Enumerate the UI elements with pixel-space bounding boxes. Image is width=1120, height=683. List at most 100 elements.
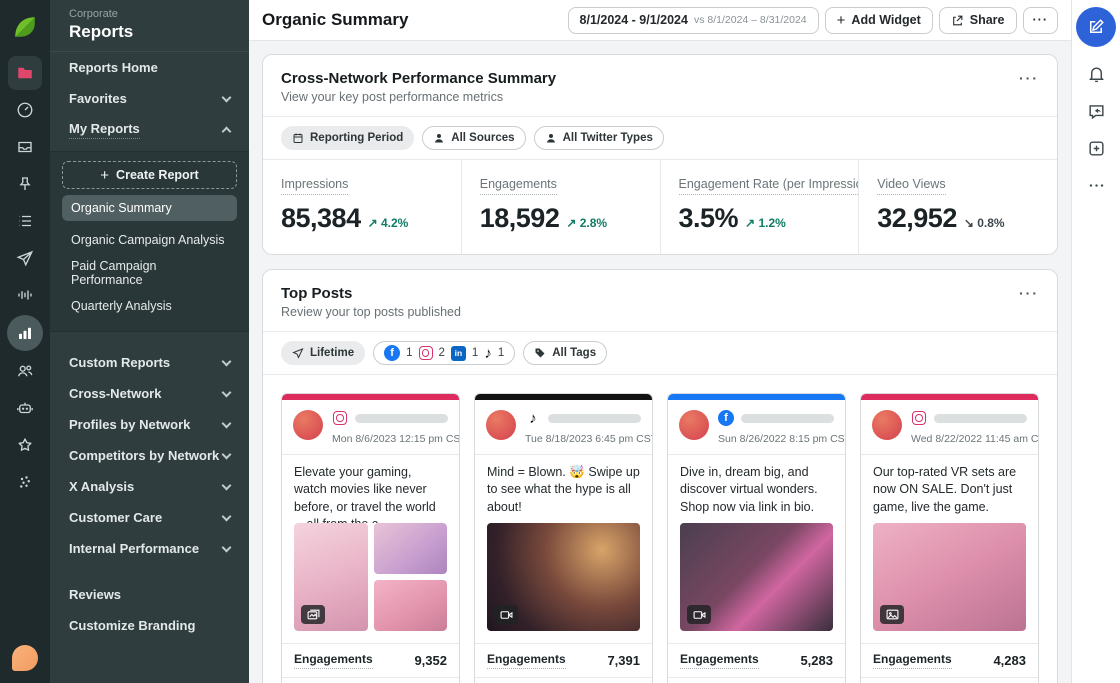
facebook-icon: f [718,410,734,426]
compose-button[interactable] [1076,7,1116,47]
chevron-down-icon [222,542,232,552]
sidebar-item-reviews[interactable]: Reviews [50,579,249,610]
sidebar-section-internal-performance[interactable]: Internal Performance [50,533,249,564]
stat-row-engagements: Engagements4,283 [861,643,1038,677]
sidebar-report-organic-summary[interactable]: Organic Summary [62,195,237,221]
stat-row-engagements: Engagements9,352 [282,643,459,677]
post-media[interactable] [294,523,447,631]
publish-paper-plane-icon[interactable] [8,241,42,275]
stat-row-reactions: Reactions2,112 [282,677,459,683]
multi-image-icon [301,605,325,624]
post-date: Wed 8/22/2022 11:45 am CST [911,433,1027,445]
widget-title: Top Posts [281,285,461,302]
reports-sidebar: Corporate Reports Reports Home Favorites… [50,0,249,683]
metric-label[interactable]: Engagement Rate (per Impression) [679,177,859,195]
redacted-profile-name [741,414,834,423]
create-report-button[interactable]: + Create Report [62,161,237,189]
metric-impressions: Impressions 85,384 ↗ 4.2% [263,160,461,254]
sidebar-section-x-analysis[interactable]: X Analysis [50,471,249,502]
post-date: Mon 8/6/2023 12:15 pm CST [332,433,448,445]
metric-value: 18,592 [480,203,560,234]
summary-filter-row: Reporting Period All Sources All Twitter… [263,116,1057,159]
all-tags-chip[interactable]: All Tags [523,341,607,365]
main-content: Organic Summary 8/1/2024 - 9/1/2024 vs 8… [249,0,1071,683]
add-widget-button[interactable]: + Add Widget [825,7,933,34]
trend-up-icon: ↗ [566,216,576,230]
widget-more-button[interactable]: ··· [1019,285,1039,301]
sidebar-item-customize-branding[interactable]: Customize Branding [50,610,249,641]
reporting-period-chip[interactable]: Reporting Period [281,126,414,150]
linkedin-icon: in [451,346,466,361]
post-media[interactable] [873,523,1026,631]
sidebar-item-my-reports[interactable]: My Reports [50,114,249,145]
add-widget-square-icon[interactable] [1087,138,1106,158]
sidebar-item-reports-home[interactable]: Reports Home [50,52,249,83]
post-media[interactable] [487,523,640,631]
user-avatar[interactable] [12,645,38,671]
image-icon [880,605,904,624]
rail-more-icon[interactable] [1087,175,1106,195]
pin-icon[interactable] [8,167,42,201]
post-card[interactable]: Mon 8/6/2023 12:15 pm CST Elevate your g… [281,393,460,683]
post-card[interactable]: ♪ Tue 8/18/2023 6:45 pm CST Mind = Blown… [474,393,653,683]
widget-subtitle: Review your top posts published [281,305,461,319]
metric-delta: ↘ 0.8% [964,216,1005,230]
chevron-down-icon [222,418,232,428]
star-icon[interactable] [8,428,42,462]
sidebar-section-custom-reports[interactable]: Custom Reports [50,347,249,378]
all-twitter-types-chip[interactable]: All Twitter Types [534,126,664,150]
sidebar-section-cross-network[interactable]: Cross-Network [50,378,249,409]
sprout-logo-icon [12,14,38,40]
avatar [293,410,323,440]
post-text: Dive in, dream big, and discover virtual… [668,455,845,523]
sidebar-report-paid-campaign-performance[interactable]: Paid Campaign Performance [62,258,237,288]
post-media[interactable] [680,523,833,631]
feedback-bubble-icon[interactable] [1087,101,1106,121]
date-range-button[interactable]: 8/1/2024 - 9/1/2024 vs 8/1/2024 – 8/31/2… [568,7,819,34]
share-icon [951,14,964,27]
sidebar-item-favorites[interactable]: Favorites [50,83,249,114]
sidebar-report-organic-campaign-analysis[interactable]: Organic Campaign Analysis [62,225,237,255]
metric-engagements: Engagements 18,592 ↗ 2.8% [461,160,660,254]
sidebar-section-competitors-by-network[interactable]: Competitors by Network [50,440,249,471]
post-card[interactable]: f Sun 8/26/2022 8:15 pm CST Dive in, dre… [667,393,846,683]
plus-icon: + [100,168,109,183]
sidebar-sections: Custom Reports Cross-Network Profiles by… [50,332,249,570]
instagram-icon [419,346,433,360]
my-reports-panel: + Create Report Organic Summary Organic … [50,151,249,332]
task-list-icon[interactable] [8,204,42,238]
widget-more-button[interactable]: ··· [1019,70,1039,86]
sidebar-section-customer-care[interactable]: Customer Care [50,502,249,533]
metric-label[interactable]: Engagements [480,177,557,195]
tag-icon [534,347,546,359]
post-card[interactable]: Wed 8/22/2022 11:45 am CST Our top-rated… [860,393,1039,683]
bot-icon[interactable] [8,391,42,425]
utility-rail [1071,0,1120,683]
metric-label[interactable]: Video Views [877,177,945,195]
gauge-icon[interactable] [8,93,42,127]
stat-row-reactions: Reactions934 [861,677,1038,683]
lifetime-chip[interactable]: Lifetime [281,341,365,365]
sidebar-section-profiles-by-network[interactable]: Profiles by Network [50,409,249,440]
top-posts-widget: Top Posts Review your top posts publishe… [262,269,1058,683]
share-button[interactable]: Share [939,7,1017,34]
network-filter-chip[interactable]: f1 2 in1 ♪1 [373,341,515,365]
redacted-profile-name [934,414,1027,423]
audience-users-icon[interactable] [8,354,42,388]
reports-folder-icon[interactable] [8,56,42,90]
video-icon [687,605,711,624]
notifications-bell-icon[interactable] [1087,64,1106,84]
inbox-icon[interactable] [8,130,42,164]
sidebar-report-quarterly-analysis[interactable]: Quarterly Analysis [62,291,237,321]
metric-label[interactable]: Impressions [281,177,348,195]
listening-waveform-icon[interactable] [8,278,42,312]
header-more-button[interactable]: ··· [1023,7,1059,34]
all-sources-chip[interactable]: All Sources [422,126,525,150]
plus-icon: + [837,13,846,28]
reports-bar-chart-icon[interactable] [7,315,43,351]
top-posts-grid: Mon 8/6/2023 12:15 pm CST Elevate your g… [263,374,1057,683]
trend-down-icon: ↘ [964,216,974,230]
stat-row-engagements: Engagements7,391 [475,643,652,677]
instagram-icon [333,411,347,425]
integrations-network-icon[interactable] [8,465,42,499]
